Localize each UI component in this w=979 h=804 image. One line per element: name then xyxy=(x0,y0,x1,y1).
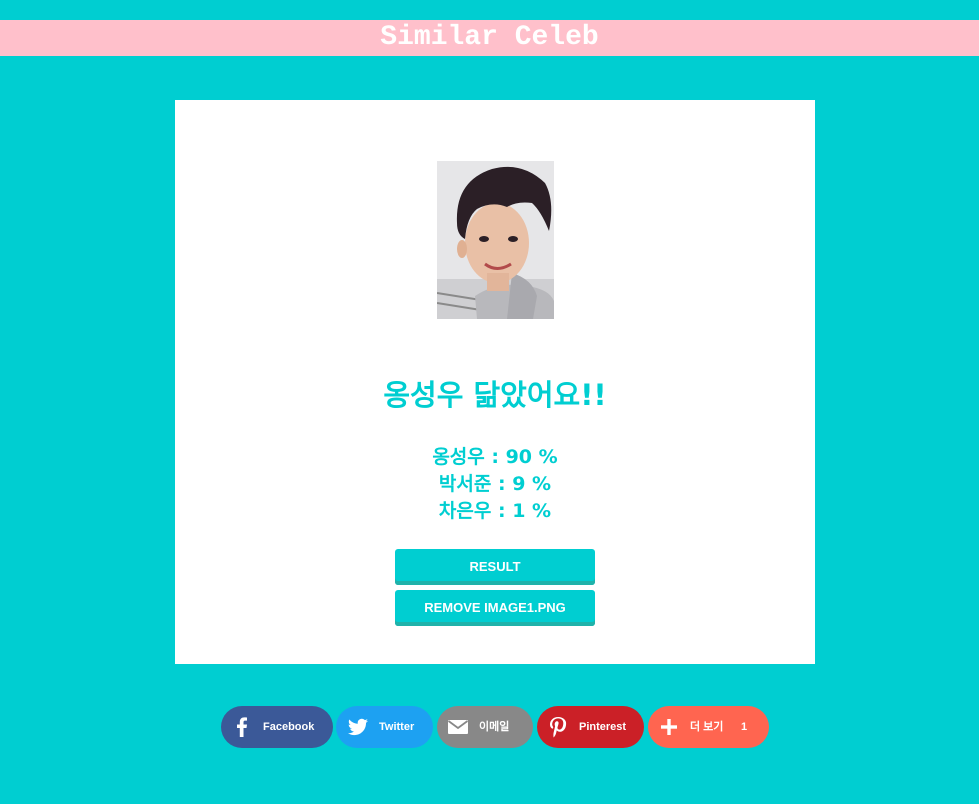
email-icon xyxy=(446,715,470,739)
share-facebook-label: Facebook xyxy=(263,721,315,733)
app-title: Similar Celeb xyxy=(380,22,599,53)
result-card: 옹성우 닮았어요!! 옹성우 : 90 % 박서준 : 9 % 차은우 : 1 … xyxy=(175,100,815,664)
share-facebook-button[interactable]: Facebook xyxy=(221,706,333,748)
score-line: 차은우 : 1 % xyxy=(438,500,552,522)
share-twitter-label: Twitter xyxy=(379,721,415,733)
share-more-label: 더 보기 xyxy=(690,721,724,733)
plus-icon xyxy=(657,715,681,739)
share-email-button[interactable]: 이메일 xyxy=(437,706,533,748)
share-twitter-button[interactable]: Twitter xyxy=(336,706,433,748)
facebook-icon xyxy=(230,715,254,739)
result-button[interactable]: RESULT xyxy=(395,549,595,585)
score-line: 박서준 : 9 % xyxy=(438,473,552,495)
header-bar: Similar Celeb xyxy=(0,20,979,56)
share-pinterest-button[interactable]: Pinterest xyxy=(537,706,644,748)
twitter-icon xyxy=(346,715,370,739)
remove-image-button[interactable]: REMOVE IMAGE1.PNG xyxy=(395,590,595,626)
result-headline: 옹성우 닮았어요!! xyxy=(383,378,607,412)
share-email-label: 이메일 xyxy=(479,721,510,733)
score-list: 옹성우 : 90 % 박서준 : 9 % 차은우 : 1 % xyxy=(175,444,815,525)
share-more-button[interactable]: 더 보기 1 xyxy=(648,706,769,748)
uploaded-photo xyxy=(437,161,554,319)
share-pinterest-label: Pinterest xyxy=(579,721,627,733)
pinterest-icon xyxy=(546,715,570,739)
score-line: 옹성우 : 90 % xyxy=(432,446,558,468)
share-count-badge: 1 xyxy=(741,721,748,733)
